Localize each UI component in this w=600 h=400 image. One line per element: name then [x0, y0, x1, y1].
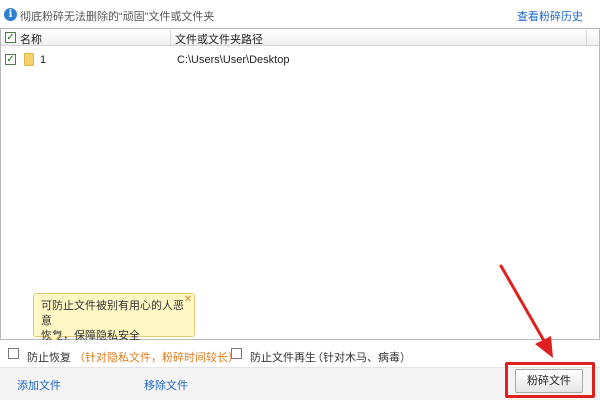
page-description: 彻底粉碎无法删除的“顽固”文件或文件夹 — [20, 11, 215, 23]
prevent-restore-label[interactable]: 防止恢复 — [27, 349, 71, 365]
column-header-name[interactable]: 名称 — [20, 31, 42, 47]
select-all-checkbox[interactable]: ✓ — [5, 32, 16, 43]
tooltip-text-line1: 可防止文件被别有用心的人恶意 — [41, 300, 184, 327]
column-header-path[interactable]: 文件或文件夹路径 — [175, 31, 263, 47]
prevent-restore-note: （针对隐私文件，粉碎时间较长） — [74, 352, 239, 364]
info-icon: i — [4, 8, 17, 21]
row-file-name: 1 — [40, 54, 47, 66]
file-list-header — [1, 29, 599, 46]
column-divider[interactable] — [586, 30, 587, 45]
remove-file-link[interactable]: 移除文件 — [144, 377, 188, 393]
row-file-path: C:\Users\User\Desktop — [177, 54, 290, 66]
prevent-regen-label[interactable]: 防止文件再生 — [250, 349, 316, 365]
column-divider[interactable] — [170, 30, 171, 45]
add-file-link[interactable]: 添加文件 — [17, 377, 61, 393]
prevent-restore-checkbox[interactable] — [8, 348, 19, 359]
hint-tooltip: 可防止文件被别有用心的人恶意 恢复，保障隐私安全 — [33, 293, 195, 342]
row-checkbox[interactable]: ✓ — [5, 54, 16, 65]
annotation-arrow-icon — [499, 264, 553, 358]
close-icon[interactable]: ✕ — [183, 295, 193, 305]
view-history-link[interactable]: 查看粉碎历史 — [517, 8, 583, 24]
prevent-regen-checkbox[interactable] — [231, 348, 242, 359]
prevent-regen-note: （针对木马、病毒） — [312, 352, 411, 364]
highlight-box — [505, 362, 595, 398]
folder-icon — [24, 53, 34, 66]
table-row[interactable] — [1, 51, 599, 69]
